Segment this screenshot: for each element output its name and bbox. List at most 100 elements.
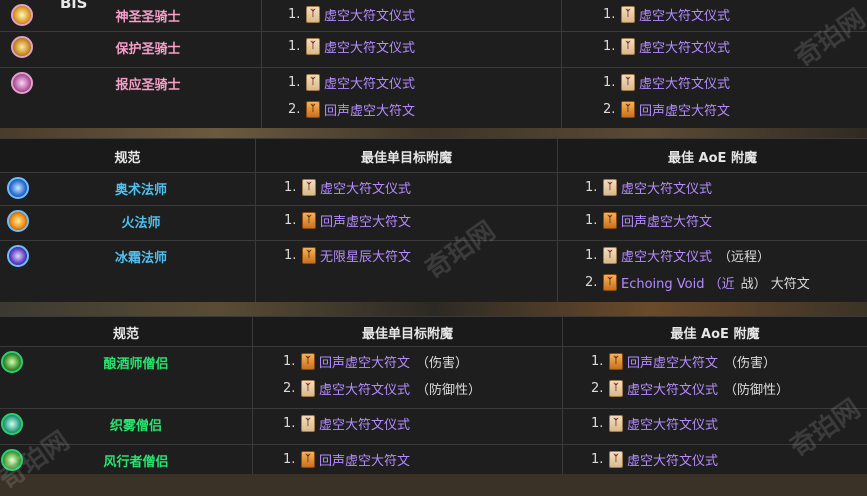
- rune-icon: ᛉ: [621, 100, 635, 118]
- spec-name[interactable]: 报应圣骑士: [40, 74, 256, 93]
- frost-mage-icon: [7, 245, 29, 267]
- enchant-entry: 1. ᛉ 虚空大符文仪式: [284, 177, 411, 197]
- rank-number: 1.: [288, 38, 301, 54]
- enchant-entry: 2. ᛉ 虚空大符文仪式 （防御性）: [283, 378, 481, 398]
- enchant-link[interactable]: 虚空大符文仪式: [621, 246, 712, 265]
- enchant-entry: 1. ᛉ 回声虚空大符文: [585, 210, 712, 230]
- table-row: [0, 240, 867, 241]
- rank-number: 1.: [603, 38, 616, 54]
- enchant-link[interactable]: 虚空大符文仪式: [639, 73, 730, 92]
- rune-icon: ᛉ: [302, 211, 316, 229]
- enchant-link[interactable]: 虚空大符文仪式: [639, 5, 730, 24]
- enchant-note: （伤害）: [724, 355, 777, 371]
- enchant-link[interactable]: 虚空大符文仪式: [627, 379, 718, 398]
- protection-paladin-icon: [11, 36, 33, 58]
- enchant-entry: 2. ᛉ Echoing Void （近 战） 大符文: [585, 272, 810, 292]
- rank-number: 1.: [283, 353, 296, 369]
- column-divider: [562, 316, 563, 474]
- rank-number: 1.: [591, 353, 604, 369]
- enchant-entry: 1. ᛉ 虚空大符文仪式: [603, 4, 730, 24]
- monk-table: 规范 最佳单目标附魔 最佳 AoE 附魔 酿酒师僧侣 1. ᛉ 回声虚空大符文 （伤害）…: [0, 316, 867, 474]
- rank-number: 2.: [585, 274, 598, 290]
- enchant-entry: 1. ᛉ 虚空大符文仪式: [585, 177, 712, 197]
- rune-icon: ᛉ: [621, 73, 635, 91]
- enchant-entry: 2. ᛉ 回声虚空大符文: [603, 99, 730, 119]
- enchant-link[interactable]: 回声虚空大符文: [319, 352, 410, 371]
- rank-number: 1.: [288, 74, 301, 90]
- rune-icon: ᛉ: [306, 5, 320, 23]
- enchant-link[interactable]: 虚空大符文仪式: [627, 450, 718, 469]
- enchant-entry: 1. ᛉ 虚空大符文仪式: [591, 413, 718, 433]
- enchant-note: （伤害）: [416, 355, 469, 371]
- spec-name[interactable]: 酿酒师僧侣: [24, 353, 248, 372]
- enchant-link[interactable]: 回声虚空大符文: [319, 450, 410, 469]
- enchant-link[interactable]: 回声虚空大符文: [324, 100, 415, 119]
- table-row: [0, 346, 867, 347]
- enchant-link[interactable]: 虚空大符文仪式: [324, 5, 415, 24]
- table-row: [0, 444, 867, 445]
- header-aoe: 最佳 AoE 附魔: [668, 151, 757, 166]
- enchant-link[interactable]: 虚空大符文仪式: [639, 37, 730, 56]
- enchant-entry: 1. ᛉ 虚空大符文仪式: [288, 4, 415, 24]
- spec-name[interactable]: 冰霜法师: [30, 247, 252, 266]
- rank-number: 1.: [283, 415, 296, 431]
- enchant-note: （防御性）: [724, 382, 790, 398]
- enchant-link[interactable]: 回声虚空大符文: [639, 100, 730, 119]
- game-background-strip-2: [0, 302, 867, 316]
- header-single-target: 最佳单目标附魔: [361, 327, 453, 342]
- spec-name[interactable]: 保护圣骑士: [40, 38, 256, 57]
- enchant-link[interactable]: 虚空大符文仪式: [319, 379, 410, 398]
- enchant-entry: 1. ᛉ 虚空大符文仪式: [591, 449, 718, 469]
- enchant-link[interactable]: 虚空大符文仪式: [627, 414, 718, 433]
- enchant-note: （远程）: [718, 249, 771, 265]
- rune-icon: ᛉ: [609, 379, 623, 397]
- enchant-note: （防御性）: [416, 382, 482, 398]
- enchant-link[interactable]: 虚空大符文仪式: [621, 178, 712, 197]
- header-aoe: 最佳 AoE 附魔: [670, 327, 760, 342]
- enchant-note: 战） 大符文: [740, 276, 810, 292]
- enchant-link[interactable]: 虚空大符文仪式: [324, 37, 415, 56]
- enchant-link[interactable]: 无限星辰大符文: [320, 246, 411, 265]
- rune-icon: ᛉ: [621, 5, 635, 23]
- column-divider: [255, 138, 256, 302]
- enchant-entry: 1. ᛉ 虚空大符文仪式: [288, 36, 415, 56]
- brewmaster-monk-icon: [1, 351, 23, 373]
- spec-name[interactable]: 火法师: [30, 212, 252, 231]
- rank-number: 1.: [603, 74, 616, 90]
- rank-number: 1.: [284, 179, 297, 195]
- rune-icon: ᛉ: [609, 450, 623, 468]
- rank-number: 1.: [585, 179, 598, 195]
- enchant-link[interactable]: 回声虚空大符文: [621, 211, 712, 230]
- column-divider: [261, 0, 262, 128]
- enchant-entry: 1. ᛉ 虚空大符文仪式: [288, 72, 415, 92]
- enchant-entry: 1. ᛉ 虚空大符文仪式: [283, 413, 410, 433]
- enchant-link[interactable]: 回声虚空大符文: [320, 211, 411, 230]
- enchant-entry: 1. ᛉ 回声虚空大符文: [283, 449, 410, 469]
- rank-number: 1.: [288, 6, 301, 22]
- column-divider: [561, 0, 562, 128]
- table-row: [0, 31, 867, 32]
- rank-number: 1.: [591, 415, 604, 431]
- rune-icon: ᛉ: [302, 178, 316, 196]
- rank-number: 2.: [603, 101, 616, 117]
- rune-icon: ᛉ: [301, 414, 315, 432]
- enchant-entry: 1. ᛉ 无限星辰大符文: [284, 245, 411, 265]
- enchant-link[interactable]: 虚空大符文仪式: [319, 414, 410, 433]
- enchant-link[interactable]: 虚空大符文仪式: [324, 73, 415, 92]
- enchant-link[interactable]: Echoing Void （近: [621, 273, 735, 292]
- table-row: [0, 205, 867, 206]
- column-divider: [557, 138, 558, 302]
- rank-number: 1.: [284, 247, 297, 263]
- rune-icon: ᛉ: [609, 414, 623, 432]
- spec-name[interactable]: 奥术法师: [30, 179, 252, 198]
- fire-mage-icon: [7, 210, 29, 232]
- enchant-link[interactable]: 虚空大符文仪式: [320, 178, 411, 197]
- rank-number: 2.: [288, 101, 301, 117]
- enchant-link[interactable]: 回声虚空大符文: [627, 352, 718, 371]
- rank-number: 1.: [283, 451, 296, 467]
- paladin-table: BiS 神圣圣骑士 1. ᛉ 虚空大符文仪式 1. ᛉ 虚空大符文仪式 保护圣骑士 1. ᛉ 虚空大…: [0, 0, 867, 128]
- rune-icon: ᛉ: [302, 246, 316, 264]
- spec-name[interactable]: 神圣圣骑士: [40, 6, 256, 25]
- table-row: [0, 172, 867, 173]
- enchant-entry: 2. ᛉ 虚空大符文仪式 （防御性）: [591, 378, 789, 398]
